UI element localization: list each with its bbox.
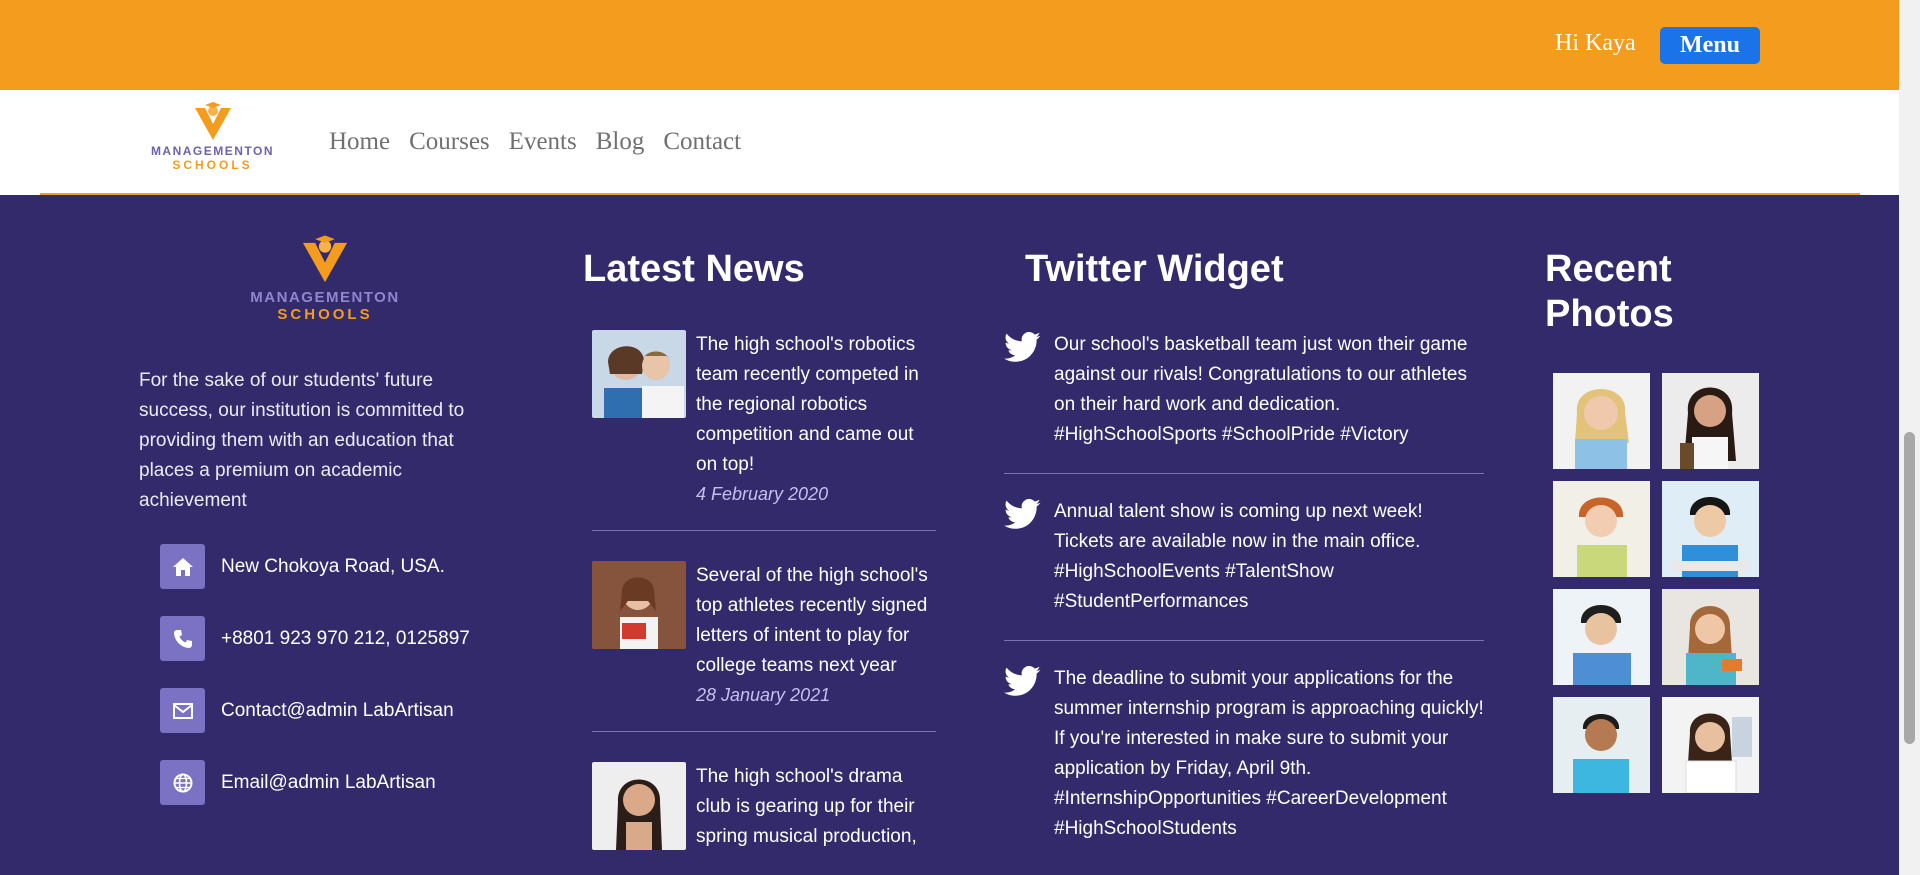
menu-button[interactable]: Menu [1660, 27, 1760, 64]
greeting-text: Hi Kaya [1555, 30, 1636, 56]
news-thumbnail[interactable] [592, 561, 686, 649]
tweet-item[interactable]: The deadline to submit your applications… [1004, 664, 1484, 867]
nav-home[interactable]: Home [329, 128, 390, 156]
nav-events[interactable]: Events [509, 128, 577, 156]
contact-list: New Chokoya Road, USA. +8801 923 970 212… [160, 544, 470, 832]
gallery-photo[interactable] [1553, 589, 1650, 685]
about-text: For the sake of our students' future suc… [139, 370, 465, 511]
tweet-text: Annual talent show is coming up next wee… [1054, 501, 1423, 612]
gallery-photo[interactable] [1662, 697, 1759, 793]
phone-icon [160, 616, 205, 661]
news-text: The high school's drama club is gearing … [696, 766, 917, 847]
tweet-item[interactable]: Our school's basketball team just won th… [1004, 330, 1484, 474]
logo-line2: SCHOOLS [277, 306, 373, 323]
news-date: 4 February 2020 [696, 484, 829, 504]
address-text: New Chokoya Road, USA. [221, 555, 445, 577]
nav-divider [40, 193, 1860, 195]
logo-line1: MANAGEMENTON [250, 289, 400, 306]
top-bar: Hi Kaya Menu [0, 0, 1899, 90]
contact-email-text[interactable]: Contact@admin LabArtisan [221, 700, 454, 722]
tweet-text: Our school's basketball team just won th… [1054, 334, 1468, 445]
site-logo[interactable]: MANAGEMENTON SCHOOLS [145, 102, 280, 172]
phone-text[interactable]: +8801 923 970 212, 0125897 [221, 628, 470, 650]
nav-contact[interactable]: Contact [663, 128, 741, 156]
gallery-photo[interactable] [1553, 481, 1650, 577]
twitter-bird-icon [1004, 497, 1054, 617]
nav-courses[interactable]: Courses [409, 128, 490, 156]
twitter-bird-icon [1004, 664, 1054, 844]
globe-icon [160, 760, 205, 805]
gallery-photo[interactable] [1662, 589, 1759, 685]
scrollbar-thumb[interactable] [1904, 432, 1915, 744]
news-thumbnail[interactable] [592, 762, 686, 850]
home-icon [160, 544, 205, 589]
news-text: The high school's robotics team recently… [696, 334, 919, 475]
page-scrollbar[interactable] [1899, 0, 1920, 875]
gallery-photo[interactable] [1662, 373, 1759, 469]
tweet-list: Our school's basketball team just won th… [1004, 330, 1484, 875]
footer-logo[interactable]: MANAGEMENTON SCHOOLS [240, 235, 410, 323]
contact-item-contact-email: Contact@admin LabArtisan [160, 688, 470, 733]
logo-mark-icon [302, 235, 348, 283]
twitter-bird-icon [1004, 330, 1054, 450]
contact-item-address: New Chokoya Road, USA. [160, 544, 470, 589]
gallery-photo[interactable] [1662, 481, 1759, 577]
tweet-item[interactable]: Annual talent show is coming up next wee… [1004, 497, 1484, 641]
recent-photos-title: Recent Photos [1545, 248, 1674, 335]
news-list: The high school's robotics team recently… [592, 330, 936, 875]
nav-blog[interactable]: Blog [596, 128, 645, 156]
gallery-photo[interactable] [1553, 697, 1650, 793]
contact-item-phone: +8801 923 970 212, 0125897 [160, 616, 470, 661]
gallery-photo[interactable] [1553, 373, 1650, 469]
latest-news-title: Latest News [583, 248, 805, 290]
web-email-text[interactable]: Email@admin LabArtisan [221, 772, 436, 794]
news-item[interactable]: Several of the high school's top athlete… [592, 561, 936, 732]
twitter-widget-title: Twitter Widget [1025, 248, 1284, 290]
news-item[interactable]: The high school's drama club is gearing … [592, 762, 936, 874]
news-thumbnail[interactable] [592, 330, 686, 418]
news-item[interactable]: The high school's robotics team recently… [592, 330, 936, 531]
news-text: Several of the high school's top athlete… [696, 565, 928, 676]
logo-line1: MANAGEMENTON [150, 144, 275, 158]
tweet-text: The deadline to submit your applications… [1054, 668, 1484, 839]
main-navbar: MANAGEMENTON SCHOOLS Home Courses Events… [0, 90, 1899, 195]
photo-grid [1553, 373, 1759, 793]
envelope-icon [160, 688, 205, 733]
logo-mark-icon [194, 102, 231, 140]
contact-item-web-email: Email@admin LabArtisan [160, 760, 470, 805]
news-date: 28 January 2021 [696, 685, 831, 705]
nav-links: Home Courses Events Blog Contact [329, 128, 741, 156]
logo-line2: SCHOOLS [172, 158, 253, 172]
